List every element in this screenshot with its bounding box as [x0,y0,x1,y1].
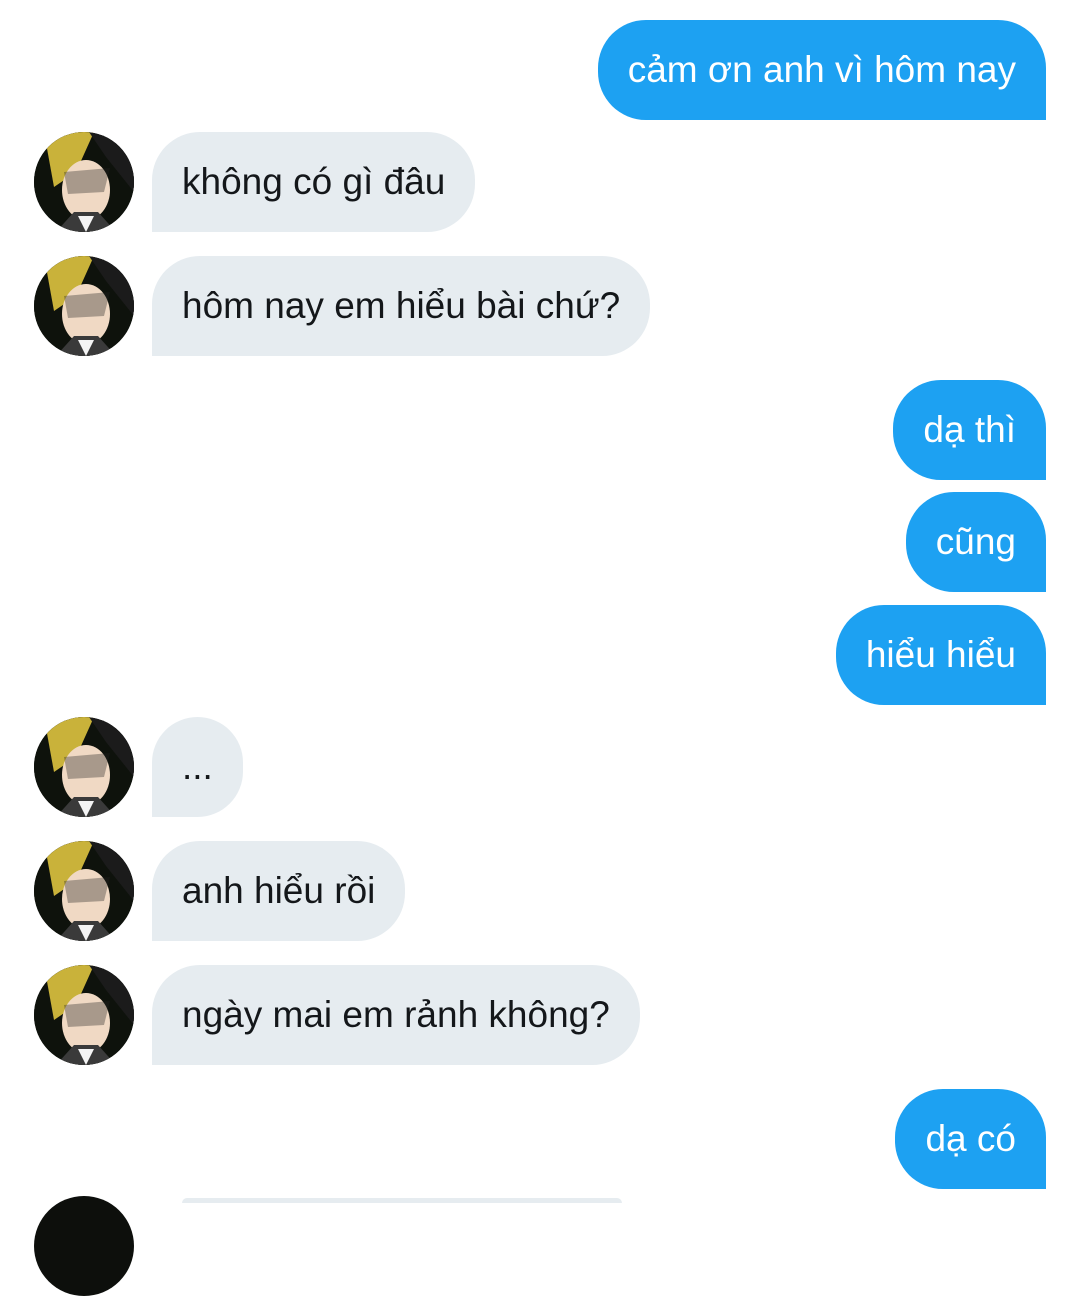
incoming-message[interactable]: không có gì đâu [152,132,476,232]
message-text: ... [182,746,213,787]
incoming-message[interactable]: ngày mai em rảnh không? [152,965,640,1065]
incoming-message[interactable]: anh hiểu rồi [152,841,406,941]
contact-avatar-icon[interactable] [34,132,134,232]
message-text: dạ có [925,1118,1016,1159]
outgoing-message[interactable]: dạ có [895,1089,1046,1189]
contact-avatar-icon[interactable] [34,1196,134,1296]
contact-avatar-icon[interactable] [34,841,134,941]
outgoing-message[interactable]: hiểu hiểu [835,605,1046,705]
message-text: ngày mai em rảnh không? [182,994,610,1035]
message-text: cảm ơn anh vì hôm nay [627,49,1016,90]
contact-avatar-icon[interactable] [34,965,134,1065]
contact-avatar-icon[interactable] [34,717,134,817]
message-text: hôm nay em hiểu bài chứ? [182,285,621,326]
message-text: không có gì đâu [182,161,446,202]
message-text: dạ thì [923,409,1016,450]
message-text: hiểu hiểu [865,634,1016,675]
outgoing-message[interactable]: cảm ơn anh vì hôm nay [597,20,1046,120]
incoming-message-partial[interactable] [182,1198,622,1203]
outgoing-message[interactable]: cũng [905,492,1046,592]
incoming-message[interactable]: ... [152,717,243,817]
message-text: cũng [935,521,1016,562]
contact-avatar-icon[interactable] [34,256,134,356]
outgoing-message[interactable]: dạ thì [893,380,1046,480]
message-text: anh hiểu rồi [182,870,376,911]
incoming-message[interactable]: hôm nay em hiểu bài chứ? [152,256,651,356]
